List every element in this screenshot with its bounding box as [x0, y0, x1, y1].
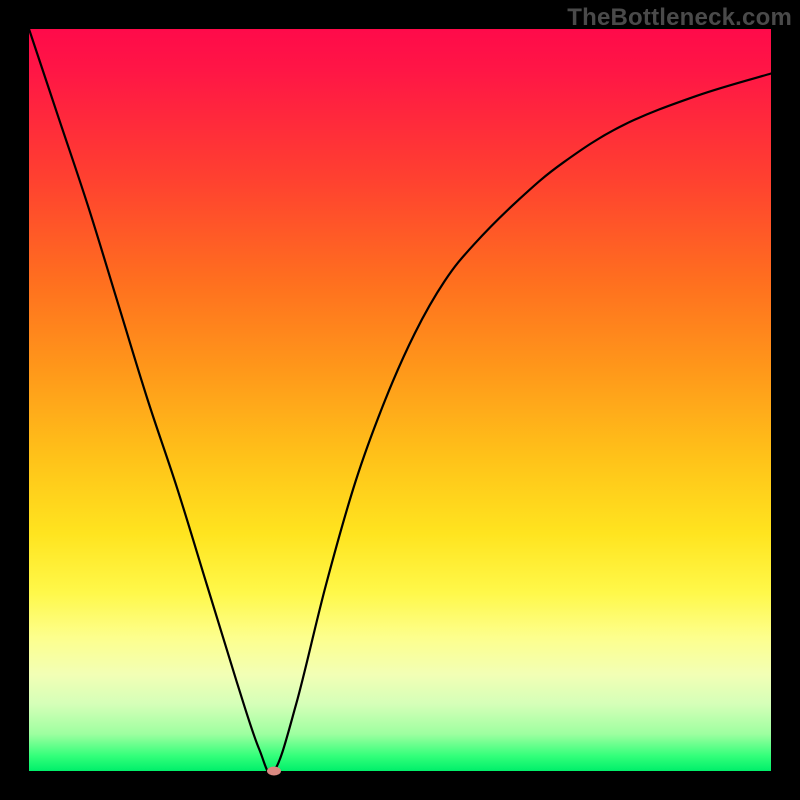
watermark-text: TheBottleneck.com	[567, 4, 792, 32]
plot-area	[29, 29, 771, 771]
minimum-marker	[267, 767, 281, 776]
chart-frame: TheBottleneck.com	[0, 0, 800, 800]
bottleneck-curve	[29, 29, 771, 771]
